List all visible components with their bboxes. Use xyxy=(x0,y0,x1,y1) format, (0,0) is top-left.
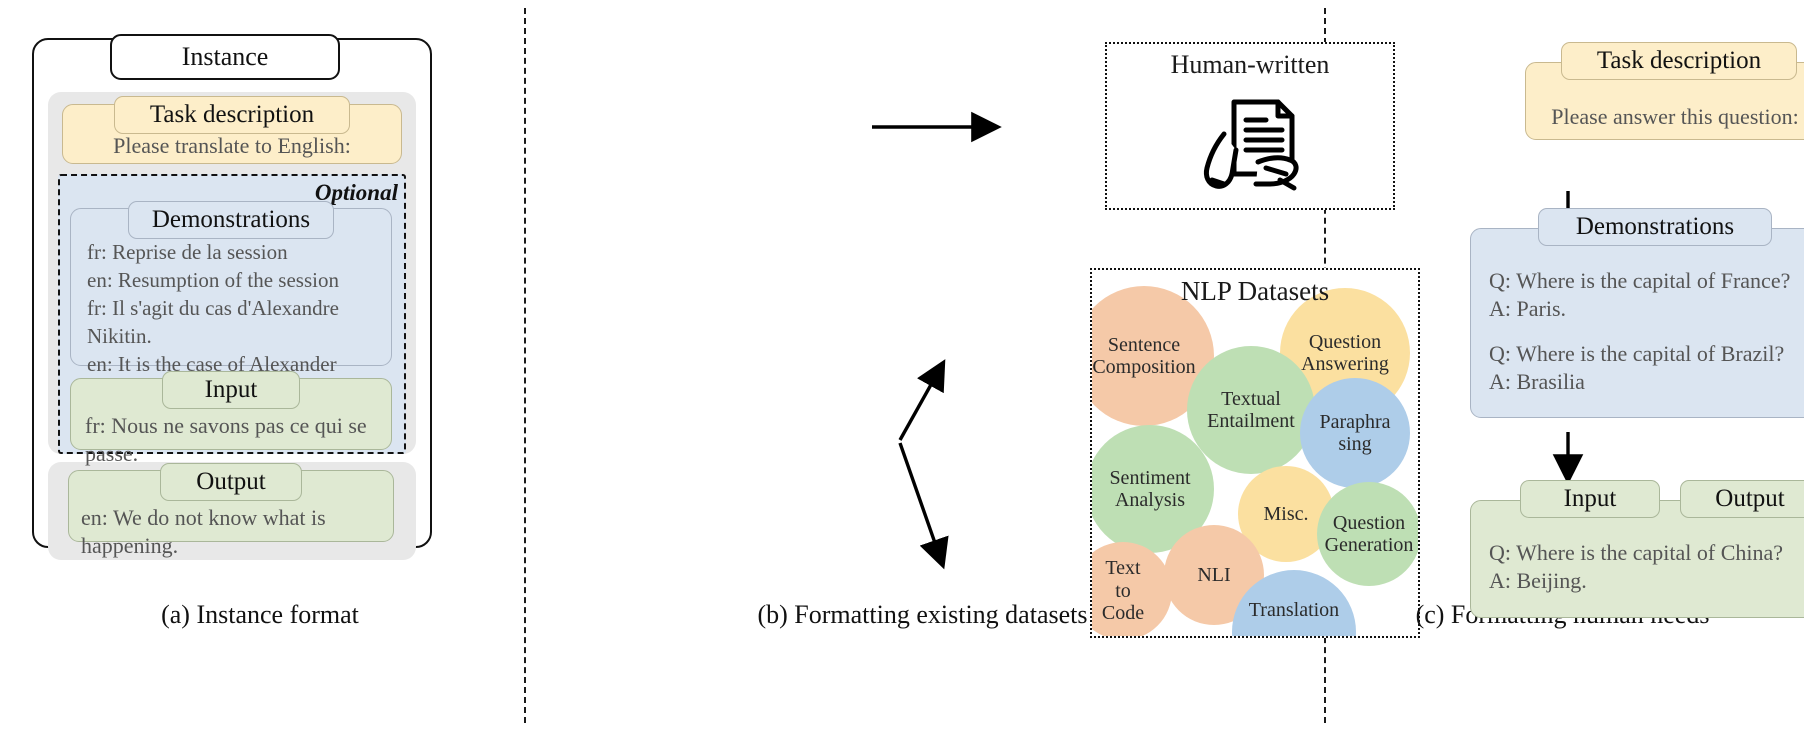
instance-title-tab: Instance xyxy=(110,34,340,80)
output-text-a: en: We do not know what is happening. xyxy=(81,505,326,558)
handwriting-icon xyxy=(1194,88,1306,201)
caption-b: (b) Formatting existing datasets xyxy=(757,600,1088,629)
task-description-tab-b: Task description xyxy=(1561,42,1797,80)
output-tab-b: Output xyxy=(1680,480,1804,518)
panel-instance-format: Instance Please translate to English: Ta… xyxy=(0,0,525,747)
io-line: Q: Where is the capital of China? xyxy=(1489,540,1784,565)
demo-line: fr: Il s'agit du cas d'Alexandre Nikitin… xyxy=(87,295,339,348)
task-description-tab-a: Task description xyxy=(114,96,350,134)
demo-line: Q: Where is the capital of Brazil? xyxy=(1489,341,1785,367)
task-description-text-a: Please translate to English: xyxy=(113,133,351,158)
demo-line-spacer xyxy=(1489,322,1804,340)
bubble-label: Sentence Composition xyxy=(1092,333,1196,378)
demo-line: en: Resumption of the session xyxy=(87,267,339,292)
bubble-label: Sentiment Analysis xyxy=(1109,466,1191,511)
demonstrations-tab-a: Demonstrations xyxy=(128,201,334,239)
demo-line: A: Paris. xyxy=(1489,295,1566,321)
output-tab-a: Output xyxy=(160,463,302,501)
bubble-label: Textual Entailment xyxy=(1207,387,1295,432)
input-tab-b: Input xyxy=(1520,480,1660,518)
input-tab-a: Input xyxy=(162,371,300,409)
caption-a: (a) Instance format xyxy=(161,600,359,629)
demonstrations-tab-b: Demonstrations xyxy=(1538,208,1772,246)
bubble-label: Misc. xyxy=(1263,502,1309,525)
bubble-textual-entailment: Textual Entailment xyxy=(1187,346,1315,474)
demonstrations-body-b: Q: Where is the capital of France? A: Pa… xyxy=(1470,228,1804,418)
input-text-a: fr: Nous ne savons pas ce qui se passe. xyxy=(85,413,367,466)
demo-line: A: Brasilia xyxy=(1489,369,1585,395)
io-line: A: Beijing. xyxy=(1489,567,1587,593)
bubble-label: NLI xyxy=(1197,563,1231,586)
nlp-datasets-title: NLP Datasets xyxy=(1180,276,1330,306)
demo-line: Q: Where is the capital of France? xyxy=(1489,268,1791,293)
task-description-text-b: Please answer this question: xyxy=(1551,104,1799,129)
demo-line: fr: Reprise de la session xyxy=(87,240,288,264)
panel-formatting-existing-datasets: Human-written NLP Datasets Sentence Compo… xyxy=(525,0,1804,747)
